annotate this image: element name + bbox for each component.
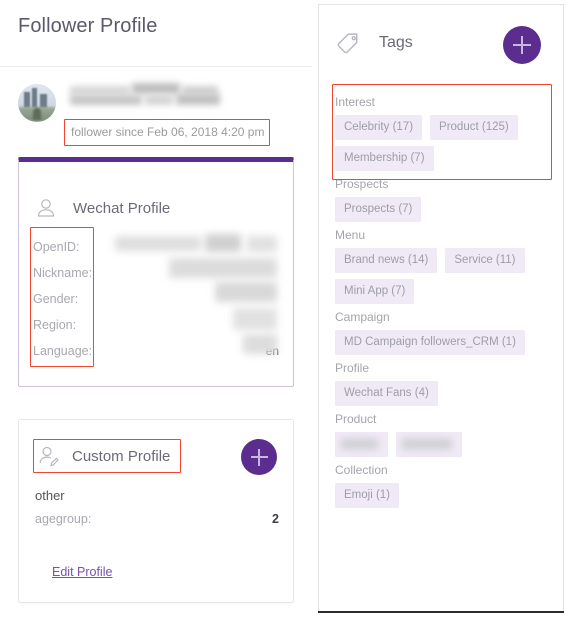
follower-name-redacted <box>132 83 180 94</box>
follower-name-redacted <box>176 94 220 105</box>
tag-chip[interactable]: MD Campaign followers_CRM (1) <box>335 330 525 355</box>
add-custom-profile-button[interactable] <box>241 439 277 475</box>
tag-chip[interactable]: Brand news (14) <box>335 248 438 273</box>
tag-chip[interactable]: Service (11) <box>445 248 525 273</box>
follower-name-redacted <box>145 95 173 105</box>
custom-profile-rows: other agegroup: 2 <box>35 488 279 526</box>
field-label: Region: <box>33 318 77 332</box>
page-title: Follower Profile <box>18 15 158 37</box>
follower-since-highlight: follower since Feb 06, 2018 4:20 pm <box>64 119 271 146</box>
custom-profile-card-header: Custom Profile <box>33 439 182 473</box>
custom-profile-row-value: 2 <box>272 512 279 526</box>
field-value-redacted <box>205 234 241 252</box>
add-tag-button[interactable] <box>503 26 541 64</box>
tag-group: Prospects Prospects (7) <box>335 177 549 222</box>
field-value-redacted <box>215 282 277 302</box>
custom-profile-row-label: agegroup: <box>35 512 92 526</box>
wechat-profile-card: Wechat Profile OpenID: Nickname: Gender:… <box>18 157 294 387</box>
user-avatar-photo <box>18 84 56 122</box>
tag-group-label: Menu <box>335 228 366 242</box>
tag-group: Campaign MD Campaign followers_CRM (1) <box>335 310 549 355</box>
user-icon <box>33 195 59 221</box>
edit-profile-link[interactable]: Edit Profile <box>52 565 112 579</box>
tag-group: Product <box>335 412 549 457</box>
follower-since-text: follower since Feb 06, 2018 4:20 pm <box>71 125 265 139</box>
profile-left-column: Follower Profile follower since Feb 06, … <box>0 0 312 619</box>
tag-chip-row: Emoji (1) <box>335 483 549 508</box>
plus-icon <box>258 448 260 466</box>
tag-group-label: Profile <box>335 361 370 375</box>
field-label: OpenID: <box>33 240 80 254</box>
tag-group-label: Interest <box>335 95 376 109</box>
field-value-redacted <box>247 236 277 252</box>
tag-group-label: Collection <box>335 463 388 477</box>
tag-chip[interactable]: Mini App (7) <box>335 279 415 304</box>
tag-group: Interest Celebrity (17) Product (125) Membe… <box>335 95 549 171</box>
field-value-redacted <box>115 236 201 251</box>
tag-group-label: Prospects <box>335 177 389 191</box>
tag-chip-row: Prospects (7) <box>335 197 549 222</box>
tag-icon <box>335 29 363 57</box>
tag-group: Profile Wechat Fans (4) <box>335 361 549 406</box>
tag-chip[interactable]: Prospects (7) <box>335 197 422 222</box>
custom-profile-section-label: other <box>35 488 65 503</box>
custom-profile-row-agegroup: agegroup: 2 <box>35 512 279 526</box>
tags-panel-title: Tags <box>379 34 413 51</box>
tag-chip[interactable]: Emoji (1) <box>335 483 400 508</box>
panel-bottom-rule <box>318 611 564 613</box>
tags-panel: Tags Interest Celebrity (17) Product (125)… <box>318 4 564 612</box>
tag-group-label: Campaign <box>335 310 390 324</box>
field-label: Nickname: <box>33 266 93 280</box>
tag-group: Menu Brand news (14) Service (11) Mini App … <box>335 228 549 304</box>
field-value-redacted <box>243 334 277 354</box>
user-edit-icon <box>36 443 62 469</box>
tag-chip[interactable]: Membership (7) <box>335 146 434 171</box>
tag-chip[interactable]: Celebrity (17) <box>335 115 423 140</box>
tag-chip[interactable] <box>396 432 463 457</box>
field-value-redacted <box>233 308 277 330</box>
tag-chip[interactable] <box>335 432 389 457</box>
tag-chip-row: MD Campaign followers_CRM (1) <box>335 330 549 355</box>
tag-group: Collection Emoji (1) <box>335 463 549 508</box>
field-value-redacted <box>169 258 277 278</box>
custom-profile-title: Custom Profile <box>72 447 171 465</box>
tag-chip-row <box>335 432 549 457</box>
tag-group-label: Product <box>335 412 377 426</box>
wechat-profile-card-header: Wechat Profile <box>33 195 170 221</box>
follower-summary: follower since Feb 06, 2018 4:20 pm <box>18 82 294 146</box>
field-label: Gender: <box>33 292 79 306</box>
plus-icon <box>521 36 523 54</box>
header-divider <box>0 66 312 67</box>
tag-chip-row: Brand news (14) Service (11) Mini App (7) <box>335 248 549 304</box>
tag-chip-row: Celebrity (17) Product (125) Membership (7… <box>335 115 549 171</box>
wechat-profile-title: Wechat Profile <box>73 199 171 217</box>
tag-chip[interactable]: Product (125) <box>430 115 518 140</box>
field-label: Language: <box>33 344 93 358</box>
follower-name-redacted <box>70 86 130 95</box>
follower-name-redacted <box>70 95 142 105</box>
custom-profile-card: Custom Profile other agegroup: 2 Edit Pr… <box>18 419 294 603</box>
tags-panel-header: Tags <box>335 29 413 57</box>
tag-groups-list: Interest Celebrity (17) Product (125) Membe… <box>335 89 549 513</box>
tag-chip[interactable]: Wechat Fans (4) <box>335 381 438 406</box>
tag-chip-row: Wechat Fans (4) <box>335 381 549 406</box>
